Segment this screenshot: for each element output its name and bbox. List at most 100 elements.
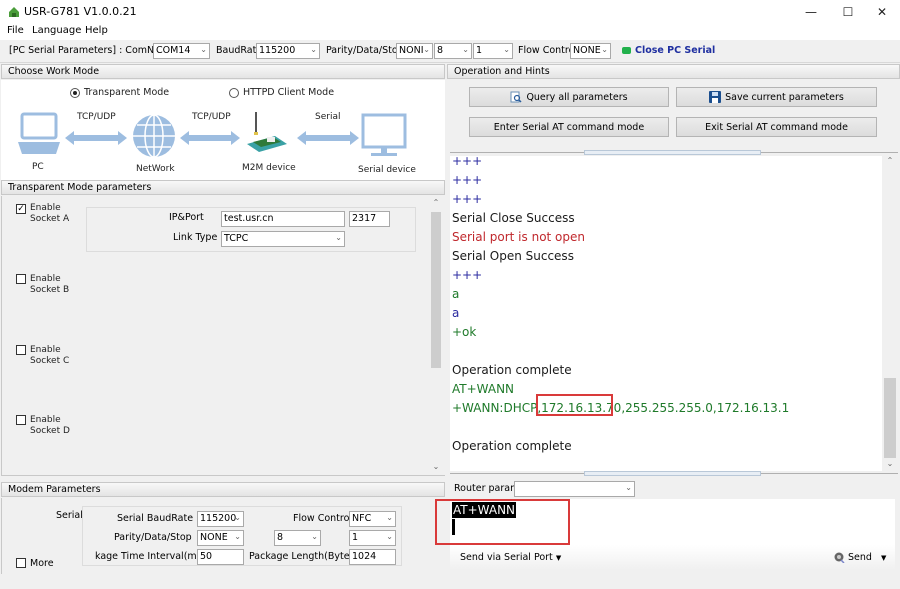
upper-splitter[interactable] <box>450 150 898 155</box>
scroll-down-icon[interactable]: ⌄ <box>882 459 898 471</box>
log-line: +WANN:DHCP,172.16.13.70,255.255.255.0,17… <box>452 401 790 415</box>
splitter-grip[interactable] <box>584 150 761 155</box>
transparent-mode-label: Transparent Mode <box>84 87 170 98</box>
socket-a-settings-group: IP&Port test.usr.cn 2317 Link Type TCPC ⌄ <box>86 207 416 252</box>
parity-data-stop-label: Parity/Data/Stop <box>326 45 404 56</box>
httpd-client-mode-radio[interactable] <box>229 88 239 98</box>
link-label-1: TCP/UDP <box>77 112 116 122</box>
chevron-down-icon: ⌄ <box>335 233 342 242</box>
close-button[interactable]: ✕ <box>864 0 900 24</box>
log-line: +ok <box>452 325 477 339</box>
log-line: AT+WANN <box>452 382 515 396</box>
menu-language[interactable]: Language <box>32 25 81 36</box>
transparent-params-scrollbar[interactable]: ⌃ ⌄ <box>429 198 443 474</box>
modem-flow-control-label: Flow Control <box>293 513 353 524</box>
query-all-parameters-button[interactable]: Query all parameters <box>469 87 669 107</box>
modem-pds-label: Parity/Data/Stop <box>114 532 192 543</box>
socket-a-checkbox[interactable]: ✓ <box>16 204 26 214</box>
enter-serial-at-mode-button[interactable]: Enter Serial AT command mode <box>469 117 669 137</box>
serial-baudrate-select[interactable]: 115200 ⌄ <box>197 511 244 527</box>
bidirectional-arrow-icon <box>297 131 359 145</box>
close-icon: ✕ <box>876 5 888 19</box>
modem-data-bits-select[interactable]: 8 ⌄ <box>274 530 321 546</box>
minimize-button[interactable]: — <box>793 0 829 24</box>
socket-d-label: Enable Socket D <box>30 415 70 436</box>
modem-stop-bits-select[interactable]: 1 ⌄ <box>349 530 396 546</box>
transparent-params-panel: ✓ Enable Socket A IP&Port test.usr.cn 231… <box>1 196 445 476</box>
app-logo-icon <box>9 7 19 17</box>
caret-down-icon: ▼ <box>881 554 887 562</box>
close-pc-serial-button[interactable]: Close PC Serial <box>635 45 715 56</box>
serial-status-led-icon <box>622 47 631 54</box>
chevron-down-icon: ⌄ <box>234 532 241 541</box>
chevron-down-icon: ⌄ <box>503 45 510 54</box>
socket-d-checkbox[interactable] <box>16 415 26 425</box>
socket-c-checkbox[interactable] <box>16 345 26 355</box>
chevron-down-icon: ⌄ <box>311 532 318 541</box>
serial-device-label: Serial device <box>358 165 416 175</box>
port-input[interactable]: 2317 <box>349 211 390 227</box>
log-line: +++ <box>452 173 483 187</box>
scroll-up-icon[interactable]: ⌃ <box>882 156 898 168</box>
log-output[interactable]: +++ +++ +++ Serial Close Success Serial port… <box>450 156 882 471</box>
more-checkbox[interactable] <box>16 558 26 568</box>
maximize-icon: ☐ <box>842 5 854 19</box>
package-length-label: Package Length(Bytes) <box>249 551 359 562</box>
maximize-button[interactable]: ☐ <box>830 0 866 24</box>
socket-c-label: Enable Socket C <box>30 345 70 366</box>
send-icon <box>834 552 845 563</box>
comname-select[interactable]: COM14 ⌄ <box>153 43 210 59</box>
chevron-down-icon: ⌄ <box>601 45 608 54</box>
transparent-mode-radio[interactable] <box>70 88 80 98</box>
package-length-input[interactable]: 1024 <box>349 549 396 565</box>
modem-flow-control-select[interactable]: NFC ⌄ <box>349 511 396 527</box>
splitter-grip[interactable] <box>584 471 761 476</box>
socket-b-checkbox[interactable] <box>16 274 26 284</box>
work-mode-panel: Transparent Mode HTTPD Client Mode PC TC… <box>1 80 445 180</box>
scroll-up-icon[interactable]: ⌃ <box>429 198 443 210</box>
baudrate-select[interactable]: 115200 ⌄ <box>256 43 320 59</box>
log-line: Serial port is not open <box>452 230 585 244</box>
link-label-2: TCP/UDP <box>192 112 231 122</box>
network-globe-icon <box>133 114 175 158</box>
save-current-parameters-button[interactable]: Save current parameters <box>676 87 877 107</box>
log-line: +++ <box>452 192 483 206</box>
log-scrollbar[interactable]: ⌃ ⌄ <box>882 156 898 471</box>
link-type-select[interactable]: TCPC ⌄ <box>221 231 345 247</box>
serial-baudrate-label: Serial BaudRate <box>117 513 194 524</box>
menu-file[interactable]: File <box>7 25 24 36</box>
window-title: USR-G781 V1.0.0.21 <box>24 5 137 18</box>
pc-serial-toolbar: [PC Serial Parameters] : ComName COM14 ⌄ … <box>0 40 900 63</box>
data-bits-select[interactable]: 8 ⌄ <box>434 43 472 59</box>
scrollbar-thumb[interactable] <box>431 212 441 368</box>
pc-laptop-icon <box>18 112 60 154</box>
link-type-label: Link Type <box>173 232 218 243</box>
scrollbar-thumb[interactable] <box>884 378 896 458</box>
modem-parity-select[interactable]: NONE ⌄ <box>197 530 244 546</box>
log-line: a <box>452 306 460 320</box>
chevron-down-icon: ⌄ <box>200 45 207 54</box>
ip-input[interactable]: test.usr.cn <box>221 211 345 227</box>
flow-control-select[interactable]: NONE ⌄ <box>570 43 611 59</box>
chevron-down-icon: ⌄ <box>386 513 393 522</box>
flow-control-label: Flow Control <box>518 45 578 56</box>
chevron-down-icon: ⌄ <box>310 45 317 54</box>
send-via-serial-port-dropdown[interactable]: Send via Serial Port ▼ <box>460 552 561 563</box>
package-interval-input[interactable]: 50 <box>197 549 244 565</box>
stop-bits-select[interactable]: 1 ⌄ <box>473 43 513 59</box>
modem-params-header: Modem Parameters <box>1 482 445 497</box>
modem-serial-label: Serial <box>56 510 83 521</box>
exit-serial-at-mode-button[interactable]: Exit Serial AT command mode <box>676 117 877 137</box>
menu-help[interactable]: Help <box>85 25 108 36</box>
lower-splitter[interactable] <box>450 471 898 476</box>
menu-bar: File Language Help <box>0 24 900 40</box>
m2m-device-icon <box>247 112 287 152</box>
link-label-3: Serial <box>315 112 341 122</box>
scroll-down-icon[interactable]: ⌄ <box>429 462 443 474</box>
transparent-params-header: Transparent Mode parameters <box>1 180 445 195</box>
parity-select[interactable]: NONI ⌄ <box>396 43 433 59</box>
router-params-select[interactable]: ⌄ <box>514 481 635 497</box>
send-button[interactable]: Send ▼ <box>848 552 886 563</box>
